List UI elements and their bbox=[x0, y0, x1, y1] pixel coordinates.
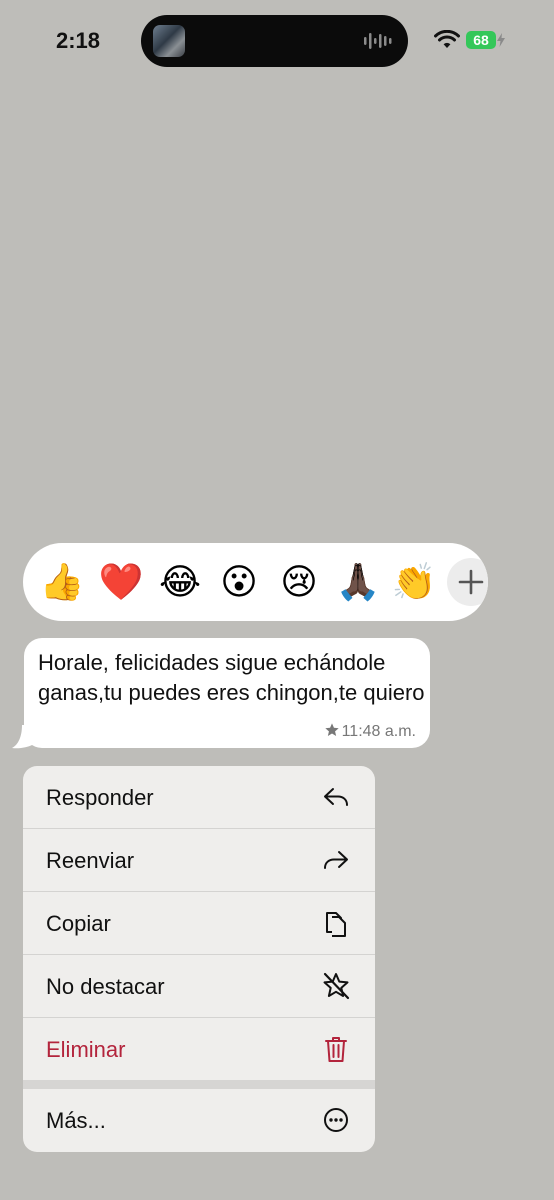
message-meta: 11:48 a.m. bbox=[324, 722, 416, 741]
menu-item-label: Responder bbox=[46, 785, 154, 810]
menu-item-more[interactable]: Más... bbox=[23, 1089, 375, 1151]
battery-icon: 68 bbox=[466, 31, 496, 49]
reaction-crying[interactable]: 😢 bbox=[274, 557, 324, 607]
audio-wave-icon bbox=[364, 33, 392, 49]
reaction-thumbs-up[interactable]: 👍 bbox=[37, 557, 87, 607]
trash-icon bbox=[325, 1037, 347, 1062]
charging-bolt-icon bbox=[497, 33, 505, 47]
add-reaction-button[interactable] bbox=[447, 558, 488, 606]
wifi-icon bbox=[434, 30, 460, 48]
reaction-clapping[interactable]: 👏 bbox=[389, 557, 439, 607]
menu-item-label: Más... bbox=[46, 1108, 106, 1133]
menu-separator bbox=[23, 1080, 375, 1089]
forward-icon bbox=[324, 851, 348, 869]
plus-icon bbox=[458, 569, 484, 595]
menu-item-label: Eliminar bbox=[46, 1037, 126, 1062]
menu-item-reply[interactable]: Responder bbox=[23, 766, 375, 829]
more-icon bbox=[324, 1108, 348, 1132]
reaction-laughing[interactable]: 😂 bbox=[155, 557, 205, 607]
reaction-heart[interactable]: ❤️ bbox=[87, 548, 155, 616]
reaction-bar: 👍 ❤️ 😂 😮 😢 🙏🏿 👏 bbox=[23, 543, 488, 621]
dynamic-island[interactable] bbox=[141, 15, 408, 67]
menu-item-copy[interactable]: Copiar bbox=[23, 892, 375, 955]
message-bubble[interactable]: Horale, felicidades sigue echándole gana… bbox=[24, 638, 430, 748]
context-menu: Responder Reenviar Copiar No destacar El… bbox=[23, 766, 375, 1152]
now-playing-thumbnail bbox=[153, 25, 185, 57]
reaction-surprised[interactable]: 😮 bbox=[214, 557, 264, 607]
menu-item-forward[interactable]: Reenviar bbox=[23, 829, 375, 892]
message-time: 11:48 a.m. bbox=[341, 723, 416, 740]
message-text: Horale, felicidades sigue echándole gana… bbox=[38, 650, 425, 705]
menu-item-label: Reenviar bbox=[46, 848, 135, 873]
menu-item-label: Copiar bbox=[46, 911, 111, 936]
menu-item-unstar[interactable]: No destacar bbox=[23, 955, 375, 1018]
status-time: 2:18 bbox=[56, 28, 101, 53]
star-icon bbox=[324, 723, 339, 736]
reaction-praying[interactable]: 🙏🏿 bbox=[333, 557, 383, 607]
menu-item-delete[interactable]: Eliminar bbox=[23, 1018, 375, 1081]
unstar-icon bbox=[323, 972, 350, 1000]
copy-icon bbox=[326, 912, 346, 937]
reply-icon bbox=[324, 788, 348, 806]
menu-item-label: No destacar bbox=[46, 974, 165, 999]
